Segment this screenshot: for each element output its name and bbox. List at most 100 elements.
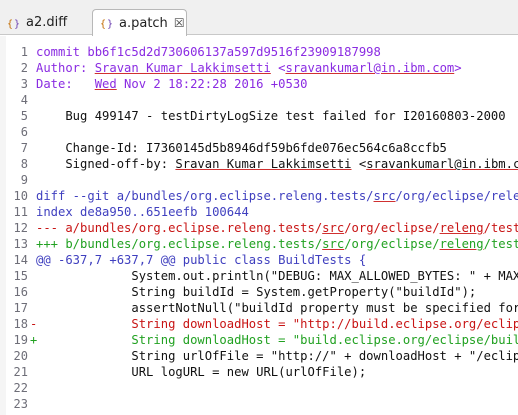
line-number: 4: [20, 93, 28, 107]
editor-line: 4: [0, 92, 518, 108]
code-fragment: /org/eclipse/: [344, 237, 440, 251]
line-content: diff --git a/bundles/org.eclipse.releng.…: [36, 188, 518, 204]
editor-tab-bar: { } a2.diff { } a.patch ☒: [0, 0, 518, 37]
code-fragment: +++ b/bundles/org.eclipse.releng.tests/: [36, 237, 323, 251]
editor-line: 13 +++ b/bundles/org.eclipse.releng.tests…: [0, 236, 518, 252]
editor-line: 10 diff --git a/bundles/org.eclipse.relen…: [0, 188, 518, 204]
line-number: 8: [20, 157, 28, 171]
line-content: Change-Id: I7360145d5b8946df59b6fde076ec…: [36, 140, 447, 156]
line-number: 12: [13, 221, 28, 235]
code-fragment: index de8a950..651eefb 100644: [36, 205, 249, 219]
editor-line: 8 Signed-off-by: Sravan Kumar Lakkimsett…: [0, 156, 518, 172]
line-content: Bug 499147 - testDirtyLogSize test faile…: [36, 108, 506, 124]
code-fragment: System.out.println("DEBUG: MAX_ALLOWED_B…: [131, 269, 518, 283]
line-number: 19: [13, 333, 28, 347]
editor-line: 18- String downloadHost = "http://build.…: [0, 316, 518, 332]
code-fragment: /org/eclipse/: [344, 221, 440, 235]
line-content: Signed-off-by: Sravan Kumar Lakkimsetti …: [36, 156, 518, 172]
code-fragment: URL logURL = new URL(urlOfFile);: [36, 365, 367, 379]
editor-line: 23: [0, 396, 518, 412]
line-content: System.out.println("DEBUG: MAX_ALLOWED_B…: [36, 268, 518, 284]
svg-text:{: {: [7, 19, 13, 30]
code-fragment: Date:: [36, 77, 95, 91]
code-fragment: String urlOfFile = "http://" + downloadH…: [131, 349, 518, 363]
code-fragment: <: [270, 61, 286, 75]
code-fragment: sravankumarl@in.ibm.com: [285, 61, 455, 75]
code-fragment: <: [351, 157, 367, 171]
line-number: 1: [20, 45, 28, 59]
editor-line: 6: [0, 124, 518, 140]
line-number: 21: [13, 365, 28, 379]
editor-line: 20 String urlOfFile = "http://" + downlo…: [0, 348, 518, 364]
editor-line: 17 assertNotNull("buildId property must …: [0, 300, 518, 316]
line-content: Date: Wed Nov 2 18:22:28 2016 +0530: [36, 76, 308, 92]
line-content: index de8a950..651eefb 100644: [36, 204, 249, 220]
line-content: @@ -637,7 +637,7 @@ public class BuildTe…: [36, 252, 366, 268]
line-number: 17: [13, 301, 28, 315]
code-fragment: Sravan Kumar Lakkimsetti: [175, 157, 352, 171]
line-number: 18: [13, 317, 28, 331]
editor-line: 16 String buildId = System.getProperty("…: [0, 284, 518, 300]
code-fragment: String downloadHost = "build.eclipse.org…: [36, 333, 518, 347]
editor-line: 2 Author: Sravan Kumar Lakkimsetti <srava…: [0, 60, 518, 76]
line-number: 23: [13, 397, 28, 411]
line-content: commit bb6f1c5d2d730606137a597d9516f2390…: [36, 44, 381, 60]
code-fragment: src: [322, 221, 345, 235]
line-number: 14: [13, 253, 28, 267]
code-fragment: commit bb6f1c5d2d730606137a597d9516f2390…: [36, 45, 381, 59]
svg-text:}: }: [14, 19, 20, 30]
editor-line: 14 @@ -637,7 +637,7 @@ public class Build…: [0, 252, 518, 268]
line-number: 6: [20, 125, 28, 139]
close-icon[interactable]: ☒: [174, 16, 185, 30]
editor-line: 7 Change-Id: I7360145d5b8946df59b6fde076…: [0, 140, 518, 156]
line-number: 13: [13, 237, 28, 251]
patch-file-icon: { }: [6, 15, 22, 31]
patch-editor[interactable]: 1 commit bb6f1c5d2d730606137a597d9516f239…: [0, 36, 518, 415]
editor-line: 22: [0, 380, 518, 396]
line-content: URL logURL = new URL(urlOfFile);: [36, 364, 366, 380]
code-fragment: Sravan Kumar Lakkimsetti: [94, 61, 271, 75]
tab-label: a2.diff: [26, 15, 68, 30]
line-number: 7: [20, 141, 28, 155]
code-fragment: Change-Id: I7360145d5b8946df59b6fde076ec…: [36, 141, 447, 155]
code-fragment: >: [454, 61, 462, 75]
code-fragment: src: [373, 189, 396, 203]
line-content: assertNotNull("buildId property must be …: [36, 300, 518, 316]
line-content: String downloadHost = "http://build.ecli…: [36, 316, 518, 332]
line-number: 5: [20, 109, 28, 123]
line-number: 22: [13, 381, 28, 395]
code-fragment: diff --git a/bundles/org.eclipse.releng.…: [36, 189, 374, 203]
code-fragment: /tests/BuildTests.java: [483, 237, 518, 251]
patch-file-icon: { }: [99, 15, 115, 31]
code-fragment: /tests/BuildTests.java: [483, 221, 518, 235]
line-number: 10: [13, 189, 28, 203]
editor-line: 3 Date: Wed Nov 2 18:22:28 2016 +0530: [0, 76, 518, 92]
tab-a-patch[interactable]: { } a.patch ☒: [92, 9, 187, 37]
code-fragment: String downloadHost = "http://build.ecli…: [131, 317, 518, 331]
code-fragment: releng: [439, 221, 484, 235]
line-content: --- a/bundles/org.eclipse.releng.tests/s…: [36, 220, 518, 236]
line-number: 3: [20, 77, 28, 91]
editor-line: 19 + String downloadHost = "build.eclipse…: [0, 332, 518, 348]
line-content: String downloadHost = "build.eclipse.org…: [36, 332, 518, 348]
line-content: String buildId = System.getProperty("bui…: [36, 284, 476, 300]
code-fragment: releng: [439, 237, 484, 251]
tab-a2-diff[interactable]: { } a2.diff: [0, 9, 90, 36]
editor-line: 11 index de8a950..651eefb 100644: [0, 204, 518, 220]
line-number: 11: [13, 205, 28, 219]
code-fragment: assertNotNull("buildId property must be …: [131, 301, 518, 315]
editor-line: 1 commit bb6f1c5d2d730606137a597d9516f239…: [0, 44, 518, 60]
code-fragment: String buildId = System.getProperty("bui…: [36, 285, 477, 299]
line-number: 2: [20, 61, 28, 75]
code-fragment: Nov 2 18:22:28 2016 +0530: [116, 77, 308, 91]
code-fragment: Author:: [36, 61, 95, 75]
line-number: 15: [13, 269, 28, 283]
code-fragment: Wed: [94, 77, 117, 91]
code-fragment: /org/eclipse/releng/tests/BuildTests.jav…: [395, 189, 518, 203]
code-fragment: Signed-off-by:: [36, 157, 176, 171]
tab-label: a.patch: [119, 15, 168, 31]
code-fragment: @@ -637,7 +637,7 @@ public class BuildTe…: [36, 253, 367, 267]
editor-line: 21 URL logURL = new URL(urlOfFile);: [0, 364, 518, 380]
editor-line: 5 Bug 499147 - testDirtyLogSize test fai…: [0, 108, 518, 124]
code-fragment: Bug 499147 - testDirtyLogSize test faile…: [36, 109, 506, 123]
